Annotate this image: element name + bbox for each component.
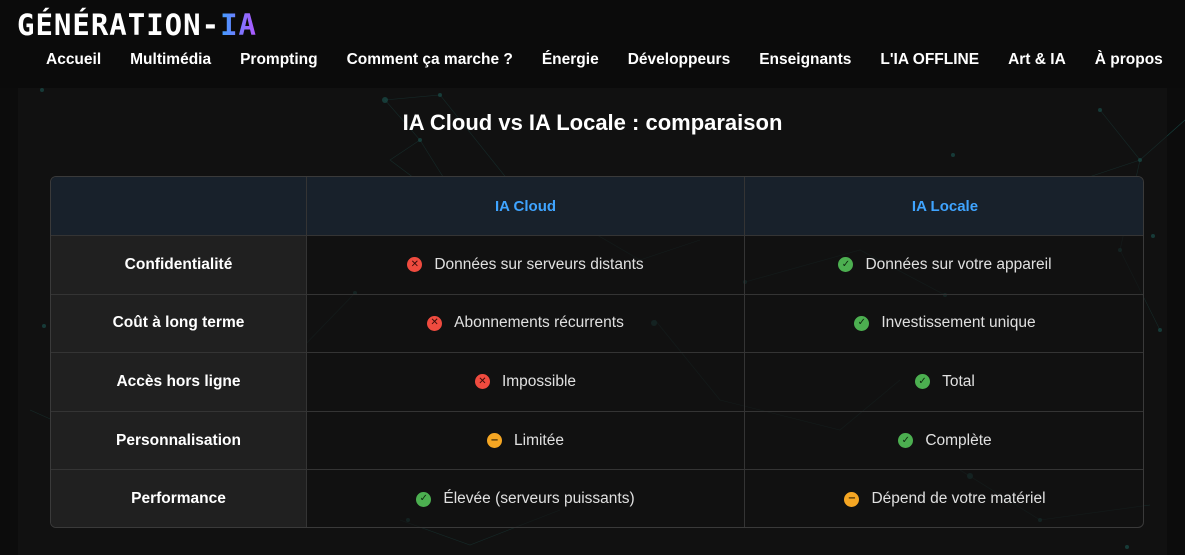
comparison-table: IA Cloud IA Locale Confidentialité ✕ Donné… — [50, 176, 1144, 528]
check-circle-icon: ✓ — [898, 433, 914, 449]
local-text: Investissement unique — [881, 314, 1036, 332]
cloud-text: Abonnements récurrents — [454, 314, 624, 332]
x-circle-icon: ✕ — [407, 257, 423, 273]
nav-item-multimedia[interactable]: Multimédia — [130, 50, 211, 70]
section-title: IA Cloud vs IA Locale : comparaison — [402, 110, 783, 135]
nav-item-energie[interactable]: Énergie — [542, 50, 599, 70]
minus-circle-icon: − — [844, 491, 860, 507]
local-cell: ✓ Investissement unique — [745, 295, 1143, 353]
cloud-value: ✓ Élevée (serveurs puissants) — [416, 490, 635, 508]
row-label: Performance — [51, 470, 307, 527]
nav-item-prompting[interactable]: Prompting — [240, 50, 318, 70]
row-label: Accès hors ligne — [51, 353, 307, 411]
cloud-cell: ✕ Abonnements récurrents — [307, 294, 745, 353]
minus-circle-icon: − — [487, 433, 503, 449]
header-cloud: IA Cloud — [307, 177, 745, 235]
local-text: Complète — [925, 431, 992, 449]
nav-item-a-propos[interactable]: À propos — [1095, 50, 1163, 70]
header-local: IA Locale — [911, 197, 979, 215]
cloud-value: ✕ Impossible — [474, 372, 577, 391]
table-row: Confidentialité ✕ Données sur serveurs dis… — [51, 235, 1143, 294]
nav-item-enseignants[interactable]: Enseignants — [759, 50, 851, 70]
local-cell: ✓ Total — [745, 353, 1143, 411]
row-label: Confidentialité — [51, 236, 307, 294]
nav-item-accueil[interactable]: Accueil — [46, 50, 101, 70]
cloud-cell: − Limitée — [307, 411, 745, 470]
nav-item-developpeurs[interactable]: Développeurs — [628, 50, 731, 70]
x-circle-icon: ✕ — [427, 315, 443, 331]
local-cell: − Dépend de votre matériel — [745, 470, 1143, 527]
table-row: Performance ✓ Élevée (serveurs puissants) −… — [51, 469, 1143, 527]
nav-item-ia-offline[interactable]: L'IA OFFLINE — [880, 50, 979, 70]
row-label: Coût à long terme — [51, 294, 307, 353]
cloud-value: ✕ Abonnements récurrents — [427, 314, 624, 332]
nav-item-art-ia[interactable]: Art & IA — [1008, 50, 1066, 70]
check-circle-icon: ✓ — [838, 257, 854, 273]
page: GÉNÉRATION-IA Accueil Multimédia Prompti… — [0, 0, 1185, 555]
table-row: Accès hors ligne ✕ Impossible ✓ Total — [51, 352, 1143, 411]
cloud-cell: ✕ Impossible — [307, 353, 745, 411]
cloud-text: Impossible — [501, 372, 577, 390]
header-empty-cell — [51, 177, 307, 235]
local-value: ✓ Complète — [898, 431, 992, 450]
local-value: − Dépend de votre matériel — [844, 490, 1046, 508]
table-header-row: IA Cloud IA Locale — [51, 177, 1143, 235]
main-nav: Accueil Multimédia Prompting Comment ça … — [46, 50, 1163, 70]
cloud-text: Limitée — [514, 431, 564, 449]
cloud-text: Élevée (serveurs puissants) — [443, 490, 635, 508]
cloud-value: − Limitée — [487, 432, 564, 450]
nav-item-comment-ca-marche[interactable]: Comment ça marche ? — [347, 50, 513, 70]
local-value: ✓ Données sur votre appareil — [838, 255, 1052, 274]
logo-main: GÉNÉRATION- — [17, 8, 221, 42]
local-value: ✓ Investissement unique — [854, 314, 1036, 332]
cloud-text: Données sur serveurs distants — [434, 255, 644, 273]
x-circle-icon: ✕ — [474, 374, 490, 390]
local-text: Dépend de votre matériel — [871, 490, 1046, 508]
cloud-cell: ✓ Élevée (serveurs puissants) — [307, 470, 745, 527]
local-text: Données sur votre appareil — [865, 255, 1052, 273]
check-circle-icon: ✓ — [915, 374, 931, 390]
cloud-value: ✕ Données sur serveurs distants — [407, 255, 644, 274]
site-logo[interactable]: GÉNÉRATION-IA — [17, 7, 257, 43]
logo-accent: IA — [220, 8, 257, 42]
check-circle-icon: ✓ — [416, 491, 432, 507]
header: GÉNÉRATION-IA Accueil Multimédia Prompti… — [0, 0, 1185, 88]
cloud-cell: ✕ Données sur serveurs distants — [307, 236, 745, 294]
check-circle-icon: ✓ — [854, 315, 870, 331]
local-cell: ✓ Données sur votre appareil — [745, 236, 1143, 294]
local-text: Total — [942, 372, 975, 390]
table-row: Coût à long terme ✕ Abonnements récurrents… — [51, 293, 1143, 353]
table-row: Personnalisation − Limitée ✓ Complète — [51, 410, 1143, 470]
local-cell: ✓ Complète — [745, 412, 1143, 470]
row-label: Personnalisation — [51, 411, 307, 470]
local-value: ✓ Total — [915, 373, 975, 391]
